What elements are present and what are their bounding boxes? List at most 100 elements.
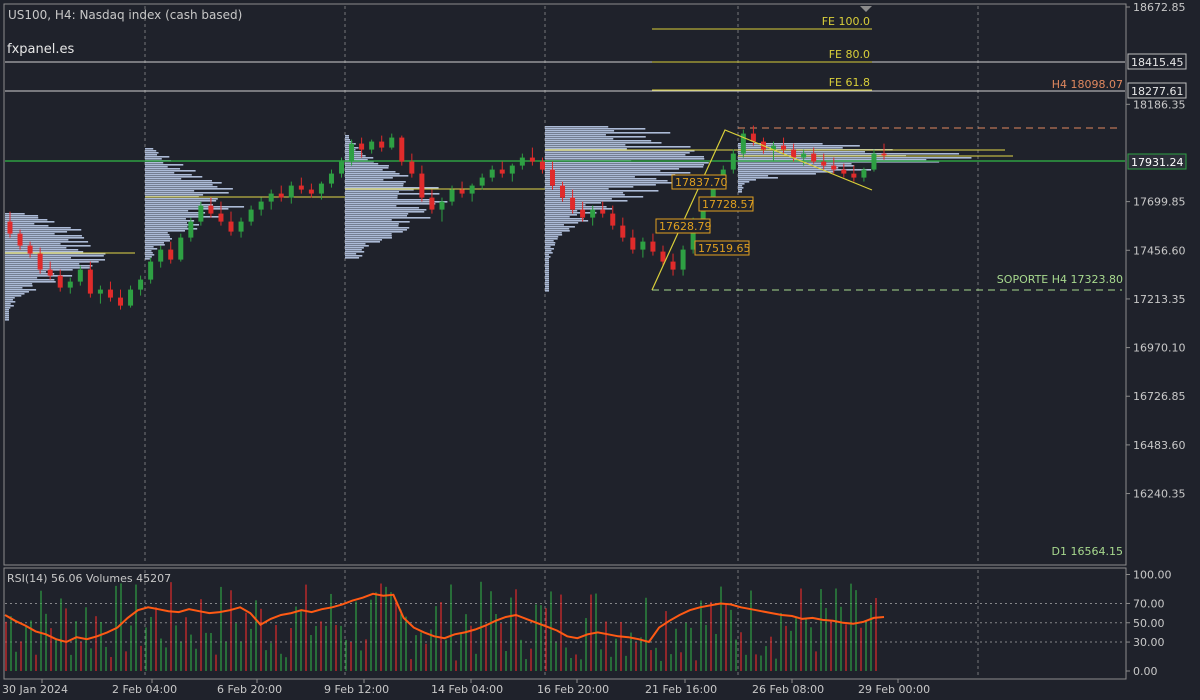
profile-bar: [738, 163, 852, 165]
profile-bar: [5, 241, 89, 243]
candle-body: [680, 249, 686, 270]
profile-bar: [145, 242, 165, 244]
profile-bar: [345, 239, 383, 241]
candle-body: [118, 297, 124, 306]
candle-body: [459, 189, 465, 194]
profile-bar: [5, 251, 84, 253]
profile-bar: [738, 173, 816, 175]
candle-body: [17, 233, 23, 246]
profile-bar: [145, 212, 206, 214]
time-axis[interactable]: 30 Jan 2024 2 Feb 04:00 6 Feb 20:00 9 Feb 1…: [2, 679, 930, 696]
profile-bar: [545, 278, 549, 280]
profile-bar: [545, 134, 606, 136]
candle-body: [27, 245, 33, 254]
profile-bar: [738, 185, 743, 187]
candle-body: [47, 269, 53, 276]
profile-bar: [345, 235, 392, 237]
profile-bar: [345, 221, 410, 223]
profile-bar: [545, 268, 549, 270]
candle-body: [349, 143, 355, 162]
candle-body: [77, 269, 83, 282]
time-label: 26 Feb 08:00: [752, 683, 824, 696]
candle-body: [7, 221, 13, 234]
profile-bar: [345, 163, 379, 165]
profile-bar: [145, 210, 189, 212]
candle-body: [580, 209, 586, 218]
profile-bar: [545, 186, 634, 188]
profile-bar: [145, 254, 155, 256]
candle-body: [178, 237, 184, 260]
profile-bar: [145, 174, 192, 176]
fe80-label: FE 80.0: [829, 48, 870, 61]
candle-body: [218, 213, 224, 222]
candle-body: [549, 169, 555, 186]
profile-bar: [738, 153, 960, 155]
candle-body: [409, 161, 415, 174]
candle-body: [821, 161, 827, 166]
main-price-panel[interactable]: H4 18098.07 SOPORTE H4 17323.80 D1 16564.1…: [3, 3, 1127, 566]
candle-body: [519, 157, 525, 166]
fib-box-label: 17628.79: [659, 220, 712, 233]
profile-bar: [5, 315, 9, 317]
candle-body: [781, 145, 787, 150]
profile-bar: [145, 192, 229, 194]
profile-bar: [145, 240, 170, 242]
candle-body: [590, 209, 596, 218]
candle-body: [439, 201, 445, 210]
price-axis[interactable]: 18672.85 18186.35 17699.85 17456.60 17213.35…: [1126, 1, 1186, 501]
profile-bar: [545, 130, 615, 132]
profile-bar: [145, 220, 195, 222]
fe100-label: FE 100.0: [822, 15, 870, 28]
profile-bar: [145, 234, 170, 236]
candle-body: [650, 241, 656, 252]
rsi-panel[interactable]: [3, 567, 1127, 680]
rsi-label: 30.00: [1133, 636, 1165, 649]
candle-body: [288, 185, 294, 198]
price-label: 16483.60: [1133, 439, 1186, 452]
profile-bar: [545, 250, 552, 252]
time-label: 2 Feb 04:00: [112, 683, 177, 696]
candle-body: [429, 197, 435, 210]
candle-body: [268, 193, 274, 202]
time-label: 30 Jan 2024: [2, 683, 68, 696]
candle-body: [399, 137, 405, 162]
profile-bar: [145, 246, 154, 248]
profile-bar: [345, 231, 403, 233]
price-label: 18672.85: [1133, 1, 1186, 14]
profile-bar: [545, 220, 589, 222]
profile-bar: [5, 227, 71, 229]
trading-chart[interactable]: H4 18098.07 SOPORTE H4 17323.80 D1 16564.1…: [0, 0, 1200, 700]
profile-bar: [345, 243, 366, 245]
profile-bar: [145, 198, 218, 200]
profile-bar: [145, 230, 185, 232]
candle-body: [389, 137, 395, 148]
profile-bar: [145, 164, 184, 166]
profile-bar: [545, 254, 549, 256]
profile-bar: [738, 181, 750, 183]
profile-bar: [545, 126, 609, 128]
profile-bar: [738, 167, 839, 169]
profile-bar: [5, 235, 82, 237]
profile-bar: [545, 286, 549, 288]
profile-bar: [545, 212, 597, 214]
candle-body: [509, 165, 515, 174]
profile-bar: [545, 238, 558, 240]
profile-bar: [545, 290, 549, 292]
candle-body: [489, 169, 495, 178]
profile-bar: [345, 197, 398, 199]
profile-bar: [145, 200, 217, 202]
profile-bar: [5, 261, 99, 263]
profile-bar: [545, 146, 691, 148]
profile-bar: [5, 219, 48, 221]
profile-bar: [145, 204, 213, 206]
candle-body: [640, 241, 646, 250]
candle-body: [188, 221, 194, 238]
profile-bar: [345, 227, 410, 229]
profile-bar: [345, 155, 366, 157]
profile-bar: [345, 247, 364, 249]
profile-bar: [545, 184, 656, 186]
time-label: 14 Feb 04:00: [431, 683, 503, 696]
profile-bar: [545, 270, 549, 272]
candle-body: [298, 185, 304, 190]
profile-bar: [345, 233, 392, 235]
